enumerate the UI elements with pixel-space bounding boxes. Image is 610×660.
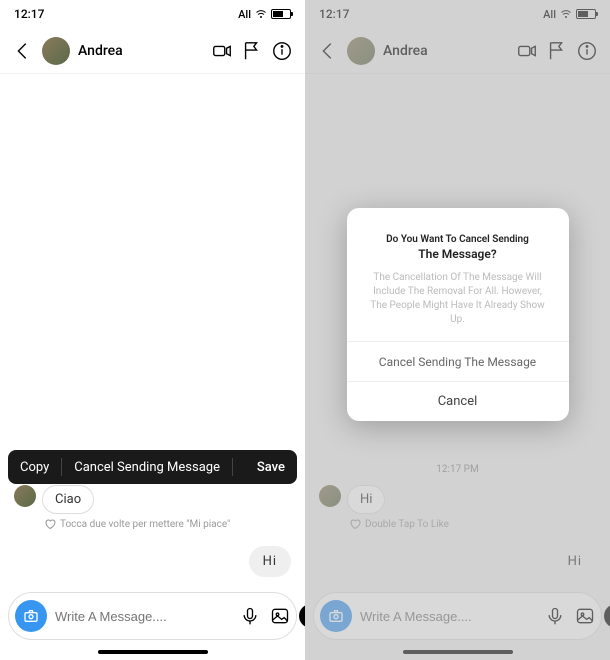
- sender-avatar[interactable]: [14, 485, 36, 507]
- home-indicator: [98, 650, 208, 654]
- info-icon[interactable]: [576, 40, 598, 62]
- context-menu: Copy Cancel Sending Message Save: [8, 450, 297, 484]
- carrier-label: All: [238, 8, 251, 21]
- mic-icon[interactable]: [544, 605, 566, 627]
- dialog-title-line2: The Message?: [361, 247, 555, 261]
- flag-icon[interactable]: [241, 40, 263, 62]
- message-timestamp: 12:17 PM: [305, 464, 610, 475]
- message-outgoing-row: Hi: [305, 546, 610, 577]
- camera-button[interactable]: [320, 600, 352, 632]
- wifi-icon: [255, 8, 267, 20]
- mic-icon[interactable]: [239, 605, 261, 627]
- battery-icon: [576, 9, 596, 19]
- back-icon[interactable]: [317, 40, 339, 62]
- dialog-title-line1: Do You Want To Cancel Sending: [361, 234, 555, 245]
- dialog-cancel-button[interactable]: Cancel: [347, 381, 569, 421]
- composer-input[interactable]: [55, 609, 231, 624]
- message-bubble-out[interactable]: Hi: [249, 546, 291, 577]
- video-call-icon[interactable]: [516, 40, 538, 62]
- split-view: 12:17 All Andrea 12:17 PM Ciao Tocca: [0, 0, 610, 660]
- composer-input[interactable]: [360, 609, 536, 624]
- chat-header: Andrea: [305, 28, 610, 74]
- wifi-icon: [560, 8, 572, 20]
- add-button[interactable]: +: [604, 604, 610, 628]
- avatar[interactable]: [42, 37, 70, 65]
- screen-right: 12:17 All Andrea 12:17 PM Hi Double: [305, 0, 610, 660]
- message-bubble-in[interactable]: Ciao: [42, 485, 94, 514]
- like-hint: Tocca due volte per mettere "Mi piace": [0, 518, 305, 530]
- info-icon[interactable]: [271, 40, 293, 62]
- dialog-message: The Cancellation Of The Message Will Inc…: [361, 271, 555, 327]
- camera-icon: [328, 608, 344, 624]
- chat-username[interactable]: Andrea: [78, 43, 203, 59]
- chat-header: Andrea: [0, 28, 305, 74]
- like-hint-label: Tocca due volte per mettere "Mi piace": [60, 519, 230, 530]
- chat-username[interactable]: Andrea: [383, 43, 508, 59]
- context-copy[interactable]: Copy: [8, 450, 61, 484]
- like-hint-label: Double Tap To Like: [365, 519, 449, 530]
- heart-icon: [349, 518, 361, 530]
- home-indicator: [403, 650, 513, 654]
- carrier-label: All: [543, 8, 556, 21]
- status-time: 12:17: [319, 7, 349, 21]
- like-hint: Double Tap To Like: [305, 518, 610, 530]
- camera-icon: [23, 608, 39, 624]
- screen-left: 12:17 All Andrea 12:17 PM Ciao Tocca: [0, 0, 305, 660]
- message-incoming: Hi: [305, 485, 610, 514]
- context-sep: [232, 458, 233, 476]
- status-icons: All: [238, 8, 291, 21]
- message-bubble-out[interactable]: Hi: [554, 546, 596, 577]
- status-icons: All: [543, 8, 596, 21]
- gallery-icon[interactable]: [269, 605, 291, 627]
- status-bar: 12:17 All: [305, 0, 610, 28]
- chat-area[interactable]: 12:17 PM Ciao Tocca due volte per metter…: [0, 74, 305, 592]
- dialog-confirm-button[interactable]: Cancel Sending The Message: [347, 341, 569, 381]
- message-outgoing-row: Hi: [0, 546, 305, 577]
- status-time: 12:17: [14, 7, 44, 21]
- video-call-icon[interactable]: [211, 40, 233, 62]
- back-icon[interactable]: [12, 40, 34, 62]
- avatar[interactable]: [347, 37, 375, 65]
- heart-icon: [44, 518, 56, 530]
- camera-button[interactable]: [15, 600, 47, 632]
- sender-avatar[interactable]: [319, 485, 341, 507]
- message-composer: +: [313, 592, 602, 640]
- message-incoming: Ciao: [0, 485, 305, 514]
- context-save[interactable]: Save: [245, 450, 297, 484]
- battery-icon: [271, 9, 291, 19]
- message-composer: +: [8, 592, 297, 640]
- confirm-dialog: Do You Want To Cancel Sending The Messag…: [347, 208, 569, 421]
- dialog-body: Do You Want To Cancel Sending The Messag…: [347, 208, 569, 341]
- status-bar: 12:17 All: [0, 0, 305, 28]
- message-bubble-in[interactable]: Hi: [347, 485, 385, 514]
- flag-icon[interactable]: [546, 40, 568, 62]
- gallery-icon[interactable]: [574, 605, 596, 627]
- context-cancel-send[interactable]: Cancel Sending Message: [62, 450, 232, 484]
